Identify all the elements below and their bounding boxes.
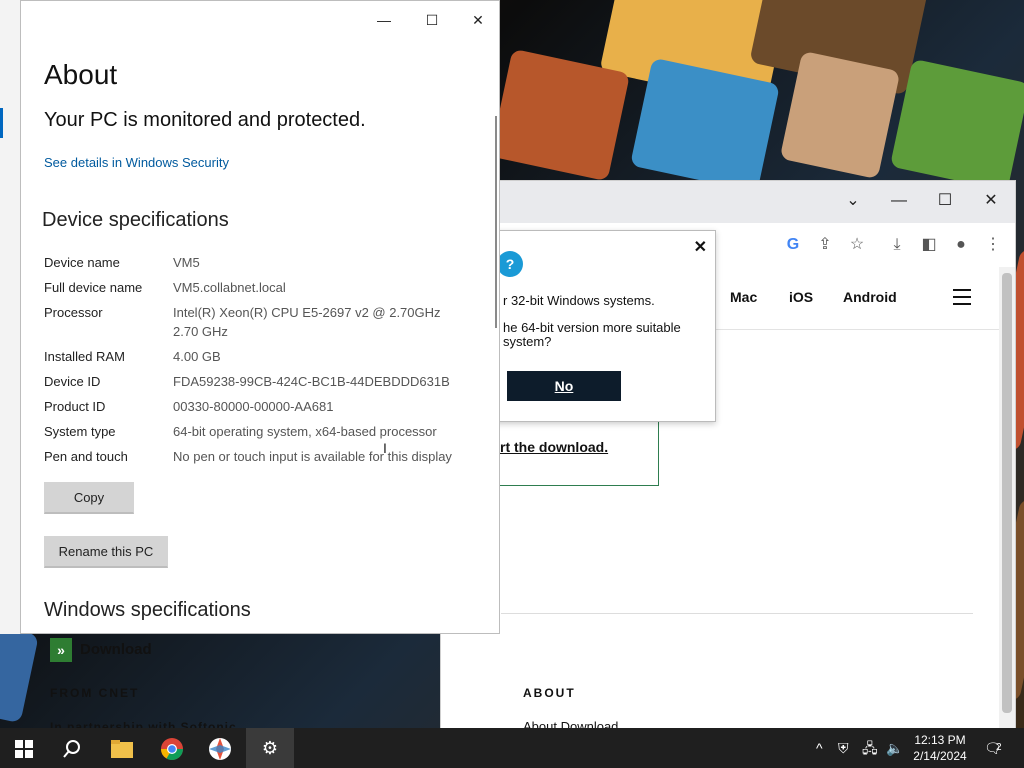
clock-date: 2/14/2024 [913, 749, 967, 763]
browser-minimize-button[interactable]: — [885, 187, 913, 215]
chevron-up-icon[interactable]: ^ [816, 728, 823, 768]
spec-label: Device name [44, 255, 120, 270]
windows-security-link[interactable]: See details in Windows Security [44, 155, 229, 170]
dialog-text-line2: he 64-bit version more suitable system? [503, 320, 681, 349]
spec-label: Pen and touch [44, 449, 128, 464]
profile-avatar-icon[interactable]: ● [949, 233, 973, 257]
protection-status: Your PC is monitored and protected. [44, 109, 366, 131]
security-icon[interactable]: ⛨ [838, 728, 849, 768]
wallpaper-tile [889, 58, 1024, 192]
bitness-dialog: ✕ ? r 32-bit Windows systems. he 64-bit … [490, 230, 716, 422]
selection-indicator [0, 108, 3, 138]
spec-value: 00330-80000-00000-AA681 [173, 399, 334, 414]
settings-maximize-button[interactable]: ☐ [417, 7, 447, 33]
download-logo-text[interactable]: Download [80, 641, 152, 658]
question-icon: ? [497, 251, 523, 277]
settings-minimize-button[interactable]: — [369, 7, 399, 33]
hamburger-menu-icon[interactable] [953, 289, 971, 305]
rename-pc-button[interactable]: Rename this PC [44, 536, 168, 568]
browser-titlebar: ⌄ — ☐ ✕ [441, 181, 1015, 223]
browser-scrollbar[interactable] [999, 267, 1015, 729]
spec-label: System type [44, 424, 116, 439]
copy-button[interactable]: Copy [44, 482, 134, 514]
settings-window: — ☐ ✕ About Your PC is monitored and pro… [20, 0, 500, 634]
taskbar: ⚙ ^ ⛨ 🖧 🔈 12:13 PM 2/14/2024 🗨 2 [0, 728, 1024, 768]
volume-muted-icon[interactable]: 🔈 [886, 728, 903, 768]
nav-item-mac[interactable]: Mac [730, 289, 757, 305]
wallpaper-tile [0, 626, 39, 724]
nav-item-ios[interactable]: iOS [789, 289, 813, 305]
spec-value: 4.00 GB [173, 349, 221, 364]
device-spec-heading: Device specifications [42, 209, 229, 231]
spec-label: Full device name [44, 280, 143, 295]
footer-about-download-link[interactable]: About Download [523, 719, 618, 728]
search-icon[interactable] [48, 728, 96, 768]
start-download-link[interactable]: rt the download. [500, 439, 608, 455]
spec-value: VM5 [173, 255, 200, 270]
chevron-down-icon[interactable]: ⌄ [839, 187, 867, 215]
windows-spec-heading: Windows specifications [44, 599, 251, 621]
share-icon[interactable]: ⇪ [813, 233, 837, 257]
notification-count: 2 [996, 742, 1002, 753]
network-icon[interactable]: 🖧 [862, 728, 878, 768]
dialog-no-button[interactable]: No [507, 371, 621, 401]
system-clock[interactable]: 12:13 PM 2/14/2024 [908, 732, 972, 764]
spec-value: VM5.collabnet.local [173, 280, 286, 295]
spec-label: Product ID [44, 399, 106, 414]
text-cursor-icon: I [383, 440, 387, 456]
settings-close-button[interactable]: ✕ [463, 7, 493, 33]
spec-value: Intel(R) Xeon(R) CPU E5-2697 v2 @ 2.70GH… [173, 305, 441, 339]
spec-label: Device ID [44, 374, 101, 389]
spec-label: Installed RAM [44, 349, 125, 364]
footer-divider [501, 613, 973, 614]
side-panel-icon[interactable]: ◧ [917, 233, 941, 257]
start-download-box: rt the download. [481, 421, 659, 486]
scrollbar-thumb[interactable] [1002, 273, 1012, 713]
start-icon[interactable] [0, 728, 48, 768]
footer-about: ABOUT [523, 686, 576, 700]
footer-from-cnet: FROM CNET [50, 686, 140, 700]
photos-icon[interactable] [196, 728, 244, 768]
google-icon[interactable]: G [781, 233, 805, 257]
spec-label: Processor [44, 305, 103, 320]
dialog-close-button[interactable]: ✕ [694, 237, 707, 257]
clock-time: 12:13 PM [914, 733, 966, 747]
wallpaper-tile [779, 50, 901, 180]
footer-partner-text: In partnership with Softonic [50, 720, 237, 728]
spec-value: 64-bit operating system, x64-based proce… [173, 424, 437, 439]
menu-kebab-icon[interactable]: ⋮ [981, 233, 1005, 257]
background-window-edge [0, 0, 22, 634]
nav-item-android[interactable]: Android [843, 289, 897, 305]
browser-maximize-button[interactable]: ☐ [931, 187, 959, 215]
download-logo-icon: » [50, 638, 72, 662]
chrome-icon[interactable] [148, 728, 196, 768]
settings-scrollbar[interactable] [495, 116, 497, 328]
settings-icon[interactable]: ⚙ [246, 728, 294, 768]
bookmark-star-icon[interactable]: ☆ [845, 233, 869, 257]
file-explorer-icon[interactable] [98, 728, 146, 768]
spec-value: No pen or touch input is available for t… [173, 449, 452, 464]
spec-value: FDA59238-99CB-424C-BC1B-44DEBDDD631B [173, 374, 450, 389]
page-title: About [44, 59, 118, 90]
download-icon[interactable]: ⤓ [885, 233, 909, 257]
dialog-text-line1: r 32-bit Windows systems. [503, 293, 655, 308]
browser-close-button[interactable]: ✕ [977, 187, 1005, 215]
wallpaper-tile [489, 48, 631, 182]
